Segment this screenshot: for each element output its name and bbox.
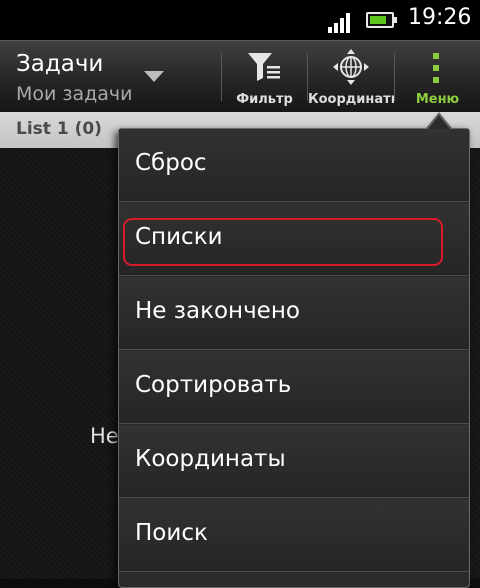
coordinates-button[interactable]: Координаты — [308, 41, 394, 113]
status-time: 19:26 — [408, 5, 472, 30]
battery-level-fill — [370, 16, 386, 24]
menu-item-coordinates[interactable]: Координаты — [119, 425, 469, 498]
menu-item-label: Сброс — [135, 150, 207, 176]
empty-list-message: Не — [90, 424, 119, 448]
app-title: Задачи — [16, 51, 104, 77]
signal-strength-icon — [328, 11, 356, 33]
menu-item-sort[interactable]: Сортировать — [119, 351, 469, 424]
menu-item-reset[interactable]: Сброс — [119, 129, 469, 202]
action-bar: Задачи Мои задачи Фильтр Координаты Меню — [0, 40, 480, 112]
spinner-arrow-icon — [144, 71, 164, 82]
map-crosshair-icon — [333, 49, 369, 85]
filter-button-label: Фильтр — [236, 92, 293, 107]
status-bar: 19:26 — [0, 0, 480, 40]
coordinates-button-label: Координаты — [308, 92, 394, 107]
list-title: List 1 (0) — [16, 119, 102, 139]
app-subtitle: Мои задачи — [16, 83, 133, 105]
menu-item-label: Сортировать — [135, 372, 292, 398]
overflow-menu: Сброс Списки Не закончено Сортировать Ко… — [118, 128, 470, 588]
menu-item-unfinished[interactable]: Не закончено — [119, 277, 469, 350]
overflow-menu-icon — [433, 53, 439, 83]
menu-item-label: Не закончено — [135, 298, 300, 324]
menu-item-label: Координаты — [135, 446, 286, 472]
filter-icon — [248, 53, 280, 81]
menu-item-lists[interactable]: Списки — [119, 203, 469, 276]
menu-item-search[interactable]: Поиск — [119, 499, 469, 572]
menu-button-label: Меню — [415, 92, 460, 107]
menu-button[interactable]: Меню — [395, 41, 480, 113]
menu-item-label: Списки — [135, 224, 223, 250]
menu-pointer-fill — [428, 115, 450, 129]
menu-item-label: Поиск — [135, 520, 208, 546]
battery-icon — [366, 12, 397, 28]
filter-button[interactable]: Фильтр — [222, 41, 307, 113]
